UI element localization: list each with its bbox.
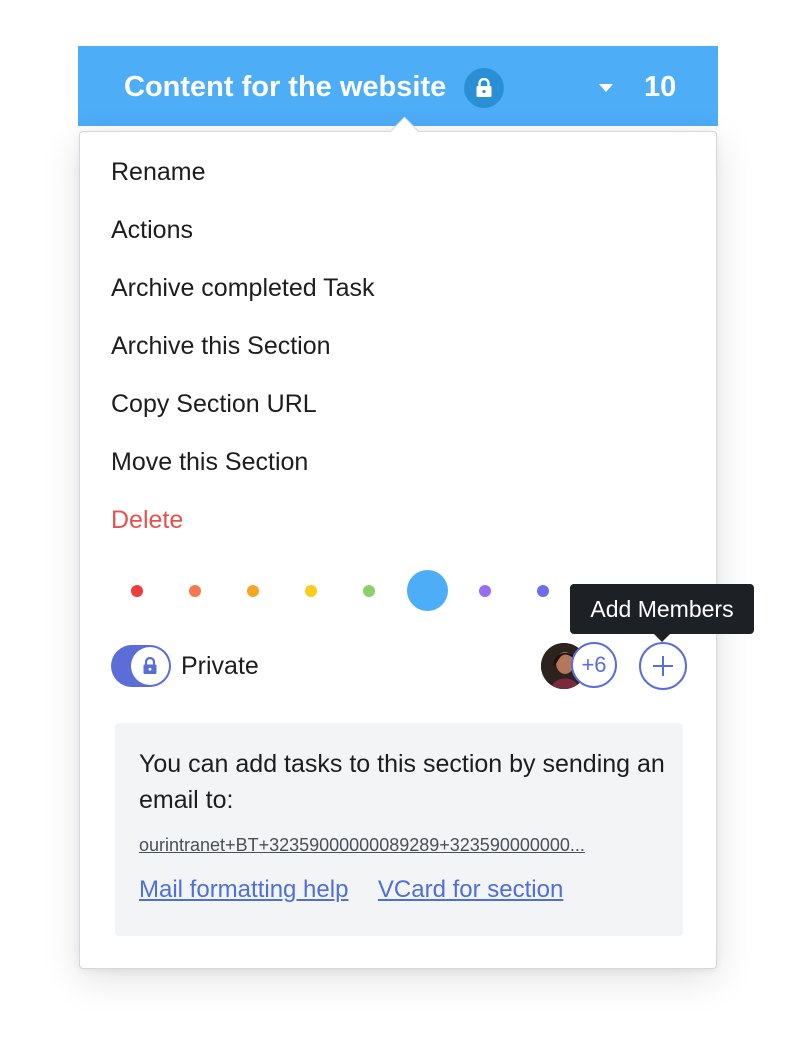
- lock-icon: [131, 647, 169, 685]
- color-option-5[interactable]: [363, 585, 375, 597]
- color-option-3[interactable]: [247, 585, 259, 597]
- menu-item-move-section[interactable]: Move this Section: [111, 442, 375, 500]
- task-count: 10: [644, 71, 677, 103]
- add-members-button[interactable]: [639, 642, 687, 690]
- private-label: Private: [181, 652, 259, 680]
- section-title: Content for the website: [124, 71, 447, 103]
- private-toggle[interactable]: [111, 645, 171, 687]
- color-option-7[interactable]: [479, 585, 491, 597]
- add-members-tooltip: Add Members: [570, 584, 754, 642]
- stage: Content for the website 10 Rename Action…: [0, 0, 800, 1040]
- vcard-link[interactable]: VCard for section: [378, 876, 563, 903]
- color-option-6[interactable]: [406, 570, 448, 611]
- menu-item-delete[interactable]: Delete: [111, 500, 375, 558]
- caret-down-icon[interactable]: [596, 80, 616, 96]
- menu-item-archive-completed[interactable]: Archive completed Task: [111, 268, 375, 326]
- color-option-1[interactable]: [131, 585, 143, 597]
- menu-item-archive-section[interactable]: Archive this Section: [111, 326, 375, 384]
- more-members-badge[interactable]: +6: [571, 642, 617, 688]
- menu-item-rename[interactable]: Rename: [111, 152, 375, 210]
- mail-formatting-help-link[interactable]: Mail formatting help: [139, 876, 348, 903]
- color-option-8[interactable]: [537, 585, 549, 597]
- lock-icon: [464, 68, 504, 108]
- email-info-text: You can add tasks to this section by sen…: [139, 750, 665, 814]
- email-info-box: You can add tasks to this section by sen…: [115, 723, 683, 936]
- section-menu: Rename Actions Archive completed Task Ar…: [111, 152, 375, 558]
- color-picker: [131, 570, 611, 612]
- section-header[interactable]: Content for the website 10: [78, 46, 718, 126]
- section-menu-panel: Rename Actions Archive completed Task Ar…: [79, 116, 717, 969]
- plus-icon: [653, 656, 673, 676]
- color-option-2[interactable]: [189, 585, 201, 597]
- info-links: Mail formatting help VCard for section: [139, 872, 563, 908]
- section-email-link[interactable]: ourintranet+BT+32359000000089289+3235900…: [139, 833, 659, 857]
- color-option-4[interactable]: [305, 585, 317, 597]
- menu-item-actions[interactable]: Actions: [111, 210, 375, 268]
- menu-item-copy-url[interactable]: Copy Section URL: [111, 384, 375, 442]
